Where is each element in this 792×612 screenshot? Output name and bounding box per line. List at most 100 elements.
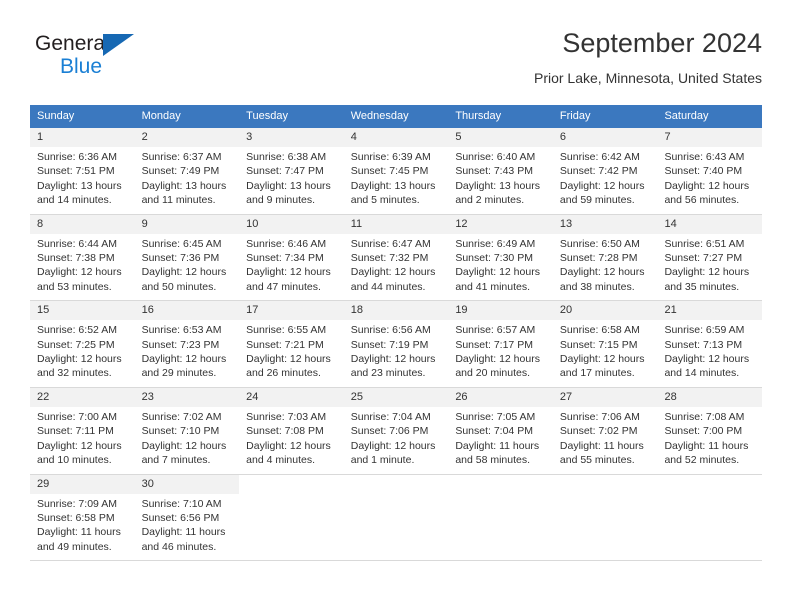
calendar-day-cell[interactable]: 3 Sunrise: 6:38 AM Sunset: 7:47 PM Dayli… bbox=[239, 128, 344, 214]
calendar-day-cell[interactable]: 27 Sunrise: 7:06 AM Sunset: 7:02 PM Dayl… bbox=[552, 387, 658, 474]
daylight-text-line2: and 14 minutes. bbox=[37, 194, 112, 207]
day-details: Sunrise: 6:37 AM Sunset: 7:49 PM Dayligh… bbox=[135, 147, 240, 214]
day-number: 19 bbox=[448, 301, 553, 321]
sunset-text: Sunset: 7:27 PM bbox=[664, 252, 743, 265]
calendar-day-cell[interactable]: 29 Sunrise: 7:09 AM Sunset: 6:58 PM Dayl… bbox=[30, 474, 135, 561]
calendar-day-cell[interactable]: 13 Sunrise: 6:50 AM Sunset: 7:28 PM Dayl… bbox=[552, 214, 658, 301]
calendar-day-cell[interactable]: 17 Sunrise: 6:55 AM Sunset: 7:21 PM Dayl… bbox=[239, 301, 344, 387]
calendar-week-row: 29 Sunrise: 7:09 AM Sunset: 6:58 PM Dayl… bbox=[30, 474, 763, 562]
sunrise-text: Sunrise: 6:56 AM bbox=[350, 324, 431, 337]
day-number bbox=[239, 474, 344, 494]
daylight-text-line1: Daylight: 12 hours bbox=[37, 439, 122, 452]
sunrise-text: Sunrise: 7:05 AM bbox=[455, 410, 536, 423]
day-number: 5 bbox=[448, 128, 553, 147]
day-number: 26 bbox=[448, 387, 553, 407]
calendar-day-cell[interactable]: 21 Sunrise: 6:59 AM Sunset: 7:13 PM Dayl… bbox=[657, 301, 763, 387]
day-number: 2 bbox=[134, 128, 240, 147]
calendar-week-row: 8 Sunrise: 6:44 AM Sunset: 7:38 PM Dayli… bbox=[30, 214, 763, 302]
calendar-day-cell[interactable]: 11 Sunrise: 6:47 AM Sunset: 7:32 PM Dayl… bbox=[343, 214, 449, 301]
daylight-text-line1: Daylight: 12 hours bbox=[455, 266, 540, 279]
sunrise-text: Sunrise: 6:57 AM bbox=[455, 324, 536, 337]
generalblue-logo[interactable]: General Blue bbox=[35, 32, 195, 88]
sunrise-text: Sunrise: 6:59 AM bbox=[664, 324, 745, 337]
sunrise-text: Sunrise: 6:43 AM bbox=[664, 151, 745, 163]
daylight-text-line2: and 26 minutes. bbox=[246, 367, 321, 380]
day-details: Sunrise: 6:56 AM Sunset: 7:19 PM Dayligh… bbox=[344, 320, 449, 387]
calendar-day-cell[interactable]: 25 Sunrise: 7:04 AM Sunset: 7:06 PM Dayl… bbox=[343, 387, 449, 474]
daylight-text-line1: Daylight: 12 hours bbox=[664, 353, 750, 366]
daylight-text-line1: Daylight: 12 hours bbox=[141, 439, 227, 452]
sunrise-text: Sunrise: 7:00 AM bbox=[37, 410, 117, 423]
sunset-text: Sunset: 7:42 PM bbox=[559, 165, 638, 178]
calendar-day-cell[interactable]: 5 Sunrise: 6:40 AM Sunset: 7:43 PM Dayli… bbox=[448, 128, 553, 214]
daylight-text-line1: Daylight: 12 hours bbox=[246, 439, 331, 452]
day-details: Sunrise: 6:51 AM Sunset: 7:27 PM Dayligh… bbox=[657, 234, 762, 301]
sunrise-text: Sunrise: 6:47 AM bbox=[350, 237, 431, 250]
calendar-day-cell[interactable]: 15 Sunrise: 6:52 AM Sunset: 7:25 PM Dayl… bbox=[30, 301, 135, 387]
calendar-day-cell[interactable]: 1 Sunrise: 6:36 AM Sunset: 7:51 PM Dayli… bbox=[30, 128, 135, 214]
sunrise-text: Sunrise: 6:45 AM bbox=[141, 237, 222, 250]
sunset-text: Sunset: 7:25 PM bbox=[37, 338, 115, 351]
calendar-day-cell[interactable]: 9 Sunrise: 6:45 AM Sunset: 7:36 PM Dayli… bbox=[134, 214, 240, 301]
calendar-day-cell[interactable]: 12 Sunrise: 6:49 AM Sunset: 7:30 PM Dayl… bbox=[448, 214, 553, 301]
logo-triangle-icon bbox=[103, 34, 134, 56]
calendar-day-cell[interactable]: 22 Sunrise: 7:00 AM Sunset: 7:11 PM Dayl… bbox=[30, 387, 135, 474]
calendar-day-cell[interactable]: 30 Sunrise: 7:10 AM Sunset: 6:56 PM Dayl… bbox=[134, 474, 240, 561]
calendar-day-cell-empty bbox=[448, 474, 553, 561]
day-number bbox=[657, 474, 763, 494]
calendar-day-cell[interactable]: 8 Sunrise: 6:44 AM Sunset: 7:38 PM Dayli… bbox=[30, 214, 135, 301]
sunrise-text: Sunrise: 6:49 AM bbox=[455, 237, 536, 250]
daylight-text-line2: and 41 minutes. bbox=[455, 280, 531, 293]
daylight-text-line2: and 29 minutes. bbox=[141, 367, 217, 380]
day-number: 16 bbox=[134, 301, 240, 321]
calendar-day-cell[interactable]: 20 Sunrise: 6:58 AM Sunset: 7:15 PM Dayl… bbox=[552, 301, 658, 387]
sunrise-text: Sunrise: 6:36 AM bbox=[37, 151, 117, 163]
sunrise-text: Sunrise: 6:53 AM bbox=[141, 324, 222, 337]
daylight-text-line2: and 55 minutes. bbox=[559, 454, 635, 467]
daylight-text-line2: and 59 minutes. bbox=[559, 194, 635, 207]
daylight-text-line2: and 7 minutes. bbox=[141, 454, 211, 467]
weekday-sunday: Sunday bbox=[37, 110, 75, 122]
calendar-day-cell[interactable]: 16 Sunrise: 6:53 AM Sunset: 7:23 PM Dayl… bbox=[134, 301, 240, 387]
calendar-day-cell[interactable]: 23 Sunrise: 7:02 AM Sunset: 7:10 PM Dayl… bbox=[134, 387, 240, 474]
logo-word-blue: Blue bbox=[60, 55, 103, 78]
calendar-day-cell[interactable]: 19 Sunrise: 6:57 AM Sunset: 7:17 PM Dayl… bbox=[448, 301, 553, 387]
daylight-text-line2: and 47 minutes. bbox=[246, 280, 321, 293]
day-details: Sunrise: 6:46 AM Sunset: 7:34 PM Dayligh… bbox=[239, 234, 344, 301]
calendar-day-cell[interactable]: 7 Sunrise: 6:43 AM Sunset: 7:40 PM Dayli… bbox=[657, 128, 763, 214]
daylight-text-line1: Daylight: 12 hours bbox=[350, 266, 436, 279]
calendar-day-cell[interactable]: 2 Sunrise: 6:37 AM Sunset: 7:49 PM Dayli… bbox=[134, 128, 240, 214]
day-details bbox=[448, 494, 553, 503]
sunset-text: Sunset: 7:43 PM bbox=[455, 165, 533, 178]
sunrise-text: Sunrise: 6:52 AM bbox=[37, 324, 117, 337]
daylight-text-line2: and 17 minutes. bbox=[559, 367, 635, 380]
day-details: Sunrise: 6:43 AM Sunset: 7:40 PM Dayligh… bbox=[657, 147, 762, 214]
day-number: 7 bbox=[657, 128, 763, 147]
calendar-day-cell[interactable]: 6 Sunrise: 6:42 AM Sunset: 7:42 PM Dayli… bbox=[552, 128, 658, 214]
daylight-text-line2: and 9 minutes. bbox=[246, 194, 316, 207]
daylight-text-line1: Daylight: 12 hours bbox=[141, 266, 227, 279]
sunrise-text: Sunrise: 7:09 AM bbox=[37, 497, 117, 510]
day-number: 3 bbox=[239, 128, 344, 147]
calendar-day-cell[interactable]: 26 Sunrise: 7:05 AM Sunset: 7:04 PM Dayl… bbox=[448, 387, 553, 474]
calendar-day-cell[interactable]: 18 Sunrise: 6:56 AM Sunset: 7:19 PM Dayl… bbox=[343, 301, 449, 387]
day-details: Sunrise: 7:00 AM Sunset: 7:11 PM Dayligh… bbox=[30, 407, 135, 474]
sunrise-text: Sunrise: 6:38 AM bbox=[246, 151, 327, 163]
daylight-text-line1: Daylight: 11 hours bbox=[455, 439, 540, 452]
day-number: 20 bbox=[552, 301, 658, 321]
calendar-day-cell[interactable]: 24 Sunrise: 7:03 AM Sunset: 7:08 PM Dayl… bbox=[239, 387, 344, 474]
day-number: 22 bbox=[30, 387, 135, 407]
day-number: 14 bbox=[657, 214, 763, 234]
daylight-text-line2: and 5 minutes. bbox=[350, 194, 420, 207]
daylight-text-line2: and 11 minutes. bbox=[141, 194, 216, 207]
calendar-day-cell[interactable]: 4 Sunrise: 6:39 AM Sunset: 7:45 PM Dayli… bbox=[343, 128, 449, 214]
calendar-day-cell[interactable]: 10 Sunrise: 6:46 AM Sunset: 7:34 PM Dayl… bbox=[239, 214, 344, 301]
daylight-text-line1: Daylight: 13 hours bbox=[246, 179, 331, 192]
daylight-text-line1: Daylight: 13 hours bbox=[455, 179, 540, 192]
calendar-grid: Sunday Monday Tuesday Wednesday Thursday… bbox=[30, 105, 763, 562]
day-number: 30 bbox=[134, 474, 240, 494]
calendar-day-cell[interactable]: 14 Sunrise: 6:51 AM Sunset: 7:27 PM Dayl… bbox=[657, 214, 763, 301]
sunset-text: Sunset: 7:40 PM bbox=[664, 165, 743, 178]
daylight-text-line2: and 56 minutes. bbox=[664, 194, 740, 207]
calendar-day-cell[interactable]: 28 Sunrise: 7:08 AM Sunset: 7:00 PM Dayl… bbox=[657, 387, 763, 474]
